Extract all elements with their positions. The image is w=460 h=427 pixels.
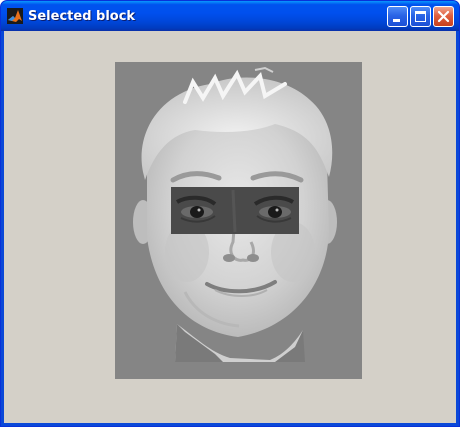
figure-canvas	[4, 31, 456, 423]
face-image	[133, 66, 337, 362]
window-title: Selected block	[28, 9, 136, 24]
selected-block	[171, 187, 299, 234]
close-icon	[437, 10, 450, 23]
figure-window: Selected block	[0, 0, 460, 427]
maximize-button[interactable]	[410, 6, 431, 27]
image-axes	[115, 62, 362, 379]
maximize-icon	[415, 11, 426, 22]
minimize-button[interactable]	[387, 6, 408, 27]
matlab-icon[interactable]	[7, 8, 23, 24]
minimize-icon	[393, 19, 400, 22]
close-button[interactable]	[433, 6, 454, 27]
title-bar[interactable]: Selected block	[1, 1, 459, 31]
